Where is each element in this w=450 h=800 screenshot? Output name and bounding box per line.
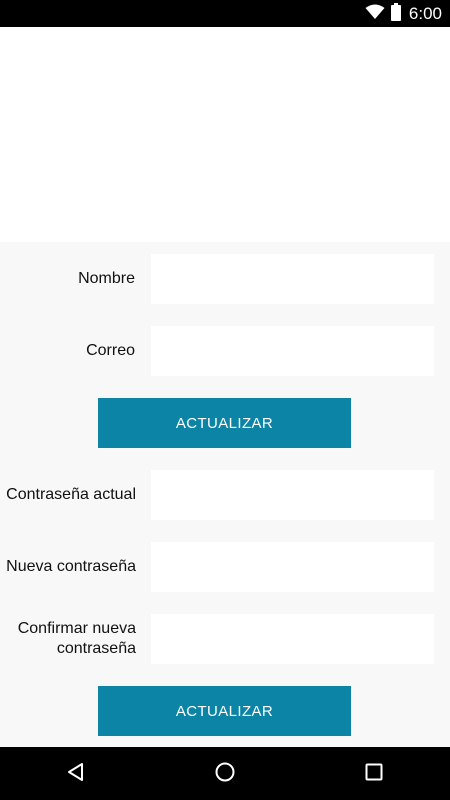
name-input[interactable] <box>151 254 434 304</box>
status-bar: 6:00 <box>0 0 450 27</box>
back-button[interactable] <box>46 747 106 800</box>
confirm-password-input[interactable] <box>151 614 434 664</box>
recents-icon <box>365 763 383 785</box>
header-area <box>0 27 450 242</box>
wifi-icon <box>365 4 385 24</box>
navigation-bar <box>0 747 450 800</box>
form-panel: Nombre Correo ACTUALIZAR Contraseña actu… <box>0 242 450 747</box>
home-icon <box>214 761 236 787</box>
new-password-input[interactable] <box>151 542 434 592</box>
email-label: Correo <box>86 342 135 359</box>
confirm-password-label: Confirmar nueva contraseña <box>0 619 136 659</box>
update-profile-button[interactable]: ACTUALIZAR <box>98 398 351 448</box>
home-button[interactable] <box>195 747 255 800</box>
current-password-input[interactable] <box>151 470 434 520</box>
new-password-label: Nueva contraseña <box>6 558 136 575</box>
back-icon <box>66 762 86 786</box>
name-label: Nombre <box>78 270 135 287</box>
current-password-label: Contraseña actual <box>6 486 136 503</box>
status-icons: 6:00 <box>365 0 442 27</box>
recents-button[interactable] <box>344 747 404 800</box>
update-password-button[interactable]: ACTUALIZAR <box>98 686 351 736</box>
status-time: 6:00 <box>408 3 442 23</box>
battery-icon <box>390 2 401 25</box>
confirm-password-label-line2: contraseña <box>56 640 136 657</box>
confirm-password-label-line1: Confirmar nueva <box>17 620 136 637</box>
email-input[interactable] <box>151 326 434 376</box>
